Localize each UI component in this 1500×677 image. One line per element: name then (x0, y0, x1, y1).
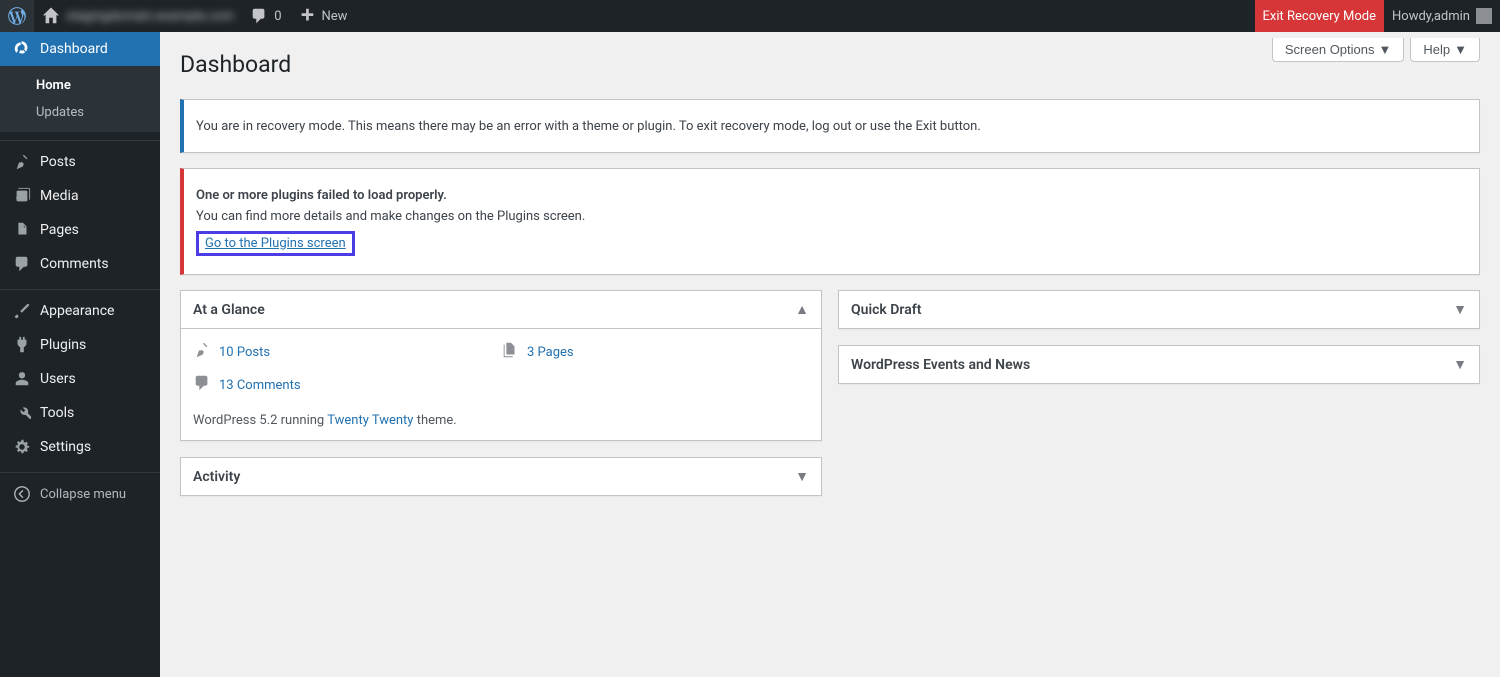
help-button[interactable]: Help ▼ (1410, 38, 1480, 62)
plugin-error-notice: One or more plugins failed to load prope… (180, 168, 1480, 275)
main-content: Screen Options ▼ Help ▼ Dashboard You ar… (160, 32, 1500, 677)
sidebar-item-label: Comments (40, 256, 109, 272)
toggle-quickdraft[interactable]: ▼ (1453, 301, 1467, 318)
account-link[interactable]: Howdy, admin (1384, 0, 1500, 32)
version-suffix: theme. (413, 413, 456, 428)
submenu-dashboard: Home Updates (0, 66, 160, 132)
sidebar-item-comments[interactable]: Comments (0, 247, 160, 281)
quick-draft-box: Quick Draft ▼ (838, 290, 1480, 329)
admin-toolbar: stagingdomain.example.com 0 New Exit Rec… (0, 0, 1500, 32)
sidebar-item-dashboard[interactable]: Dashboard (0, 32, 160, 66)
wp-news-box: WordPress Events and News ▼ (838, 345, 1480, 384)
home-icon (42, 7, 60, 25)
version-prefix: WordPress 5.2 running (193, 413, 327, 428)
chevron-down-icon: ▼ (1454, 42, 1467, 57)
toggle-activity[interactable]: ▼ (795, 468, 809, 485)
admin-sidebar: Dashboard Home Updates Posts Media Pages… (0, 32, 160, 677)
screen-options-button[interactable]: Screen Options ▼ (1272, 38, 1404, 62)
collapse-icon (12, 485, 32, 503)
sidebar-item-label: Dashboard (40, 41, 108, 57)
submenu-label: Home (36, 78, 71, 93)
toggle-news[interactable]: ▼ (1453, 356, 1467, 373)
sidebar-item-media[interactable]: Media (0, 179, 160, 213)
wrench-icon (12, 404, 32, 422)
glance-title: At a Glance (193, 302, 265, 318)
media-icon (12, 187, 32, 205)
sidebar-item-pages[interactable]: Pages (0, 213, 160, 247)
comments-icon (12, 255, 32, 273)
plugin-icon (12, 336, 32, 354)
site-name: stagingdomain.example.com (66, 9, 234, 24)
site-home-link[interactable]: stagingdomain.example.com (34, 0, 242, 32)
pin-icon (193, 341, 211, 364)
sidebar-item-label: Settings (40, 439, 91, 455)
avatar (1476, 8, 1492, 24)
dashboard-icon (12, 40, 32, 58)
exit-recovery-button[interactable]: Exit Recovery Mode (1255, 0, 1385, 32)
chevron-down-icon: ▼ (1379, 42, 1392, 57)
comments-link[interactable]: 13 Comments (219, 378, 301, 393)
collapse-label: Collapse menu (40, 487, 126, 502)
page-icon (12, 221, 32, 239)
sidebar-item-plugins[interactable]: Plugins (0, 328, 160, 362)
brush-icon (12, 302, 32, 320)
submenu-item-home[interactable]: Home (0, 72, 160, 99)
new-content-link[interactable]: New (290, 0, 356, 32)
theme-link[interactable]: Twenty Twenty (327, 413, 413, 428)
sidebar-item-label: Tools (40, 405, 74, 421)
at-a-glance-box: At a Glance ▲ 10 Posts 3 Pages (180, 290, 822, 441)
glance-posts: 10 Posts (193, 341, 501, 364)
wp-logo-icon[interactable] (0, 0, 34, 32)
help-label: Help (1423, 42, 1450, 57)
comment-icon (250, 7, 268, 25)
toggle-at-a-glance[interactable]: ▲ (795, 301, 809, 318)
new-label: New (322, 9, 348, 24)
sidebar-item-label: Appearance (40, 303, 114, 319)
posts-link[interactable]: 10 Posts (219, 345, 270, 360)
activity-box: Activity ▼ (180, 457, 822, 496)
plugins-screen-link[interactable]: Go to the Plugins screen (205, 236, 346, 251)
news-title: WordPress Events and News (851, 357, 1030, 373)
recovery-mode-notice: You are in recovery mode. This means the… (180, 99, 1480, 153)
quickdraft-title: Quick Draft (851, 302, 921, 318)
activity-title: Activity (193, 469, 240, 485)
sidebar-item-label: Users (40, 371, 76, 387)
sidebar-item-posts[interactable]: Posts (0, 145, 160, 179)
submenu-item-updates[interactable]: Updates (0, 99, 160, 126)
notice-error-body: You can find more details and make chang… (196, 209, 1467, 224)
pages-link[interactable]: 3 Pages (527, 345, 574, 360)
settings-icon (12, 438, 32, 456)
comments-link[interactable]: 0 (242, 0, 289, 32)
sidebar-item-users[interactable]: Users (0, 362, 160, 396)
pages-icon (501, 341, 519, 364)
glance-version: WordPress 5.2 running Twenty Twenty them… (193, 413, 809, 428)
sidebar-item-tools[interactable]: Tools (0, 396, 160, 430)
glance-comments: 13 Comments (193, 374, 501, 397)
pin-icon (12, 153, 32, 171)
howdy-text: Howdy, (1392, 9, 1434, 24)
sidebar-item-label: Posts (40, 154, 76, 170)
notice-error-title: One or more plugins failed to load prope… (196, 188, 447, 203)
screen-options-label: Screen Options (1285, 42, 1375, 57)
sidebar-item-appearance[interactable]: Appearance (0, 294, 160, 328)
user-icon (12, 370, 32, 388)
exit-recovery-label: Exit Recovery Mode (1263, 9, 1377, 24)
submenu-label: Updates (36, 105, 84, 120)
glance-pages: 3 Pages (501, 341, 809, 364)
comments-icon (193, 374, 211, 397)
user-name: admin (1434, 9, 1470, 24)
plus-icon (298, 7, 316, 25)
sidebar-item-settings[interactable]: Settings (0, 430, 160, 464)
sidebar-item-label: Media (40, 188, 79, 204)
sidebar-item-label: Pages (40, 222, 79, 238)
notice-text: You are in recovery mode. This means the… (196, 119, 1467, 134)
collapse-menu-button[interactable]: Collapse menu (0, 477, 160, 511)
comment-count: 0 (274, 9, 281, 24)
sidebar-item-label: Plugins (40, 337, 86, 353)
